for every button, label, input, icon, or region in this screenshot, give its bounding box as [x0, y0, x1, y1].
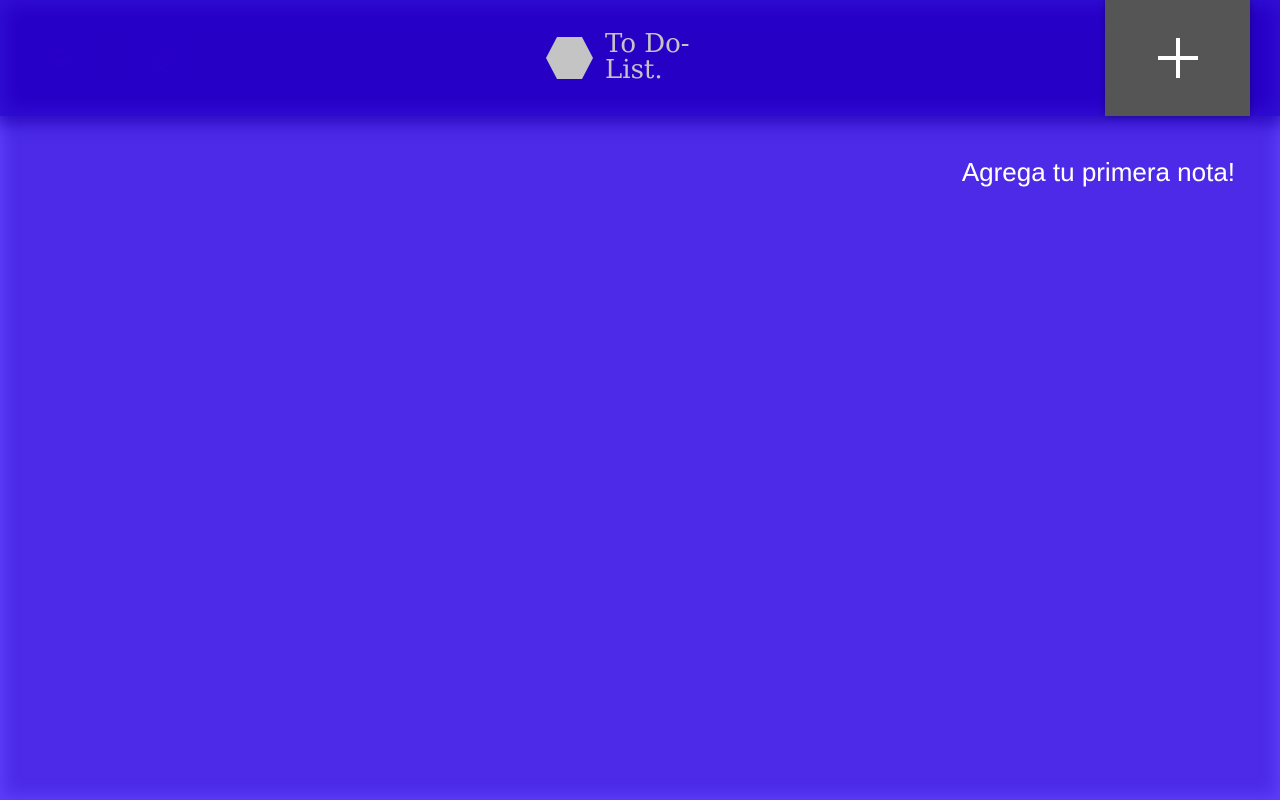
top-bar: To Do-List.	[0, 0, 1280, 116]
app-title: To Do-List.	[605, 29, 690, 85]
blurred-icon	[140, 44, 182, 82]
add-note-button[interactable]	[1105, 0, 1250, 116]
hexagon-icon	[546, 37, 593, 79]
blurred-icon	[40, 36, 80, 76]
plus-icon	[1157, 38, 1198, 78]
brand: To Do-List.	[545, 29, 705, 85]
empty-state-message: Agrega tu primera nota!	[961, 157, 1235, 187]
app-window: To Do-List. Agrega tu primera nota!	[0, 0, 1280, 800]
